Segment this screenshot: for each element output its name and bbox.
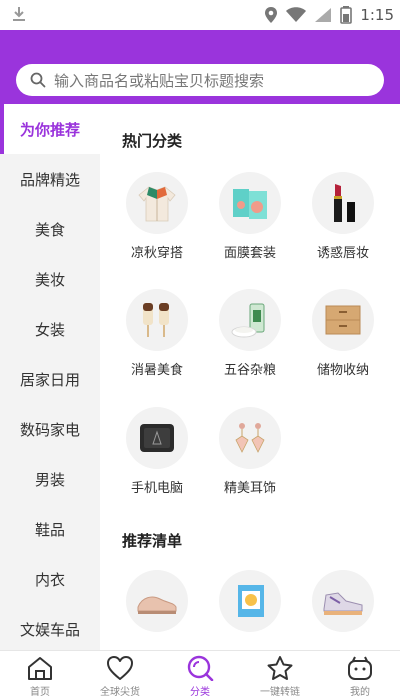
sidebar-item-brands[interactable]: 品牌精选 <box>0 154 100 204</box>
phone-icon <box>126 407 188 469</box>
sidebar-item-home[interactable]: 居家日用 <box>0 354 100 404</box>
sneaker-icon <box>312 570 374 632</box>
rice-bag-icon <box>219 289 281 351</box>
download-icon <box>13 7 25 21</box>
header: 1:15 输入商品名或粘贴宝贝标题搜索 <box>0 0 400 104</box>
lipstick-icon <box>312 172 374 234</box>
nav-label: 分类 <box>190 687 210 698</box>
category-item[interactable]: 诱惑唇妆 <box>298 172 388 272</box>
nav-label: 全球尖货 <box>100 687 140 698</box>
category-label: 消暑美食 <box>130 363 183 378</box>
category-label: 储物收纳 <box>316 363 369 378</box>
popsicle-icon <box>126 289 188 351</box>
category-main: 热门分类 凉秋穿搭 面膜套装 诱惑唇妆 消暑美食 五谷杂粮 储物收纳 手机电脑 … <box>100 104 400 650</box>
face-mask-box-icon <box>219 172 281 234</box>
earrings-icon <box>219 407 281 469</box>
category-item[interactable]: 消暑美食 <box>112 289 202 389</box>
nav-profile[interactable]: 我的 <box>320 651 400 700</box>
bottom-navigation: 首页 全球尖货 分类 一键转链 我的 <box>0 650 400 700</box>
profile-icon <box>348 656 372 680</box>
nav-home[interactable]: 首页 <box>0 651 80 700</box>
drawer-icon <box>312 289 374 351</box>
nav-label: 我的 <box>350 687 370 698</box>
search-icon <box>30 72 46 88</box>
signal-icon <box>315 8 332 22</box>
search-placeholder: 输入商品名或粘贴宝贝标题搜索 <box>54 71 265 90</box>
sidebar-item-womens[interactable]: 女装 <box>0 304 100 354</box>
sidebar-item-recommend[interactable]: 为你推荐 <box>0 104 100 154</box>
search-input[interactable]: 输入商品名或粘贴宝贝标题搜索 <box>16 64 384 96</box>
category-item[interactable]: 面膜套装 <box>205 172 295 272</box>
nav-convert-link[interactable]: 一键转链 <box>240 651 320 700</box>
category-label: 精美耳饰 <box>223 481 276 496</box>
category-label: 面膜套装 <box>223 246 276 261</box>
recommend-item[interactable] <box>298 570 388 650</box>
category-label: 五谷杂粮 <box>223 363 276 378</box>
category-sidebar: 为你推荐 品牌精选 美食 美妆 女装 居家日用 数码家电 男装 鞋品 内衣 文娱… <box>0 104 100 650</box>
jacket-icon <box>126 172 188 234</box>
sidebar-item-entertainment-car[interactable]: 文娱车品 <box>0 604 100 650</box>
category-item[interactable]: 储物收纳 <box>298 289 388 389</box>
nav-global[interactable]: 全球尖货 <box>80 651 160 700</box>
wifi-icon <box>286 7 307 22</box>
sidebar-item-digital[interactable]: 数码家电 <box>0 404 100 454</box>
loafer-shoe-icon <box>126 570 188 632</box>
sidebar-item-underwear[interactable]: 内衣 <box>0 554 100 604</box>
search-category-icon <box>187 655 214 681</box>
nav-category[interactable]: 分类 <box>160 651 240 700</box>
sidebar-item-beauty[interactable]: 美妆 <box>0 254 100 304</box>
mask-pack-icon <box>219 570 281 632</box>
sidebar-item-food[interactable]: 美食 <box>0 204 100 254</box>
status-bar: 1:15 <box>0 0 400 30</box>
recommend-item[interactable] <box>112 570 202 650</box>
category-item[interactable]: 手机电脑 <box>112 407 202 507</box>
star-icon <box>267 656 293 680</box>
category-item[interactable]: 精美耳饰 <box>205 407 295 507</box>
status-time: 1:15 <box>360 6 394 24</box>
location-icon <box>265 7 278 23</box>
home-icon <box>28 657 52 680</box>
category-label: 诱惑唇妆 <box>316 246 369 261</box>
category-item[interactable]: 五谷杂粮 <box>205 289 295 389</box>
nav-label: 首页 <box>30 687 50 698</box>
heart-icon <box>107 656 133 680</box>
sidebar-item-mens[interactable]: 男装 <box>0 454 100 504</box>
category-item[interactable]: 凉秋穿搭 <box>112 172 202 272</box>
nav-label: 一键转链 <box>260 687 300 698</box>
sidebar-item-shoes[interactable]: 鞋品 <box>0 504 100 554</box>
recommend-item[interactable] <box>205 570 295 650</box>
category-label: 手机电脑 <box>130 481 183 496</box>
hot-categories-title: 热门分类 <box>122 132 183 150</box>
battery-icon <box>340 6 353 24</box>
category-label: 凉秋穿搭 <box>130 246 183 261</box>
recommend-list-title: 推荐清单 <box>122 532 183 550</box>
